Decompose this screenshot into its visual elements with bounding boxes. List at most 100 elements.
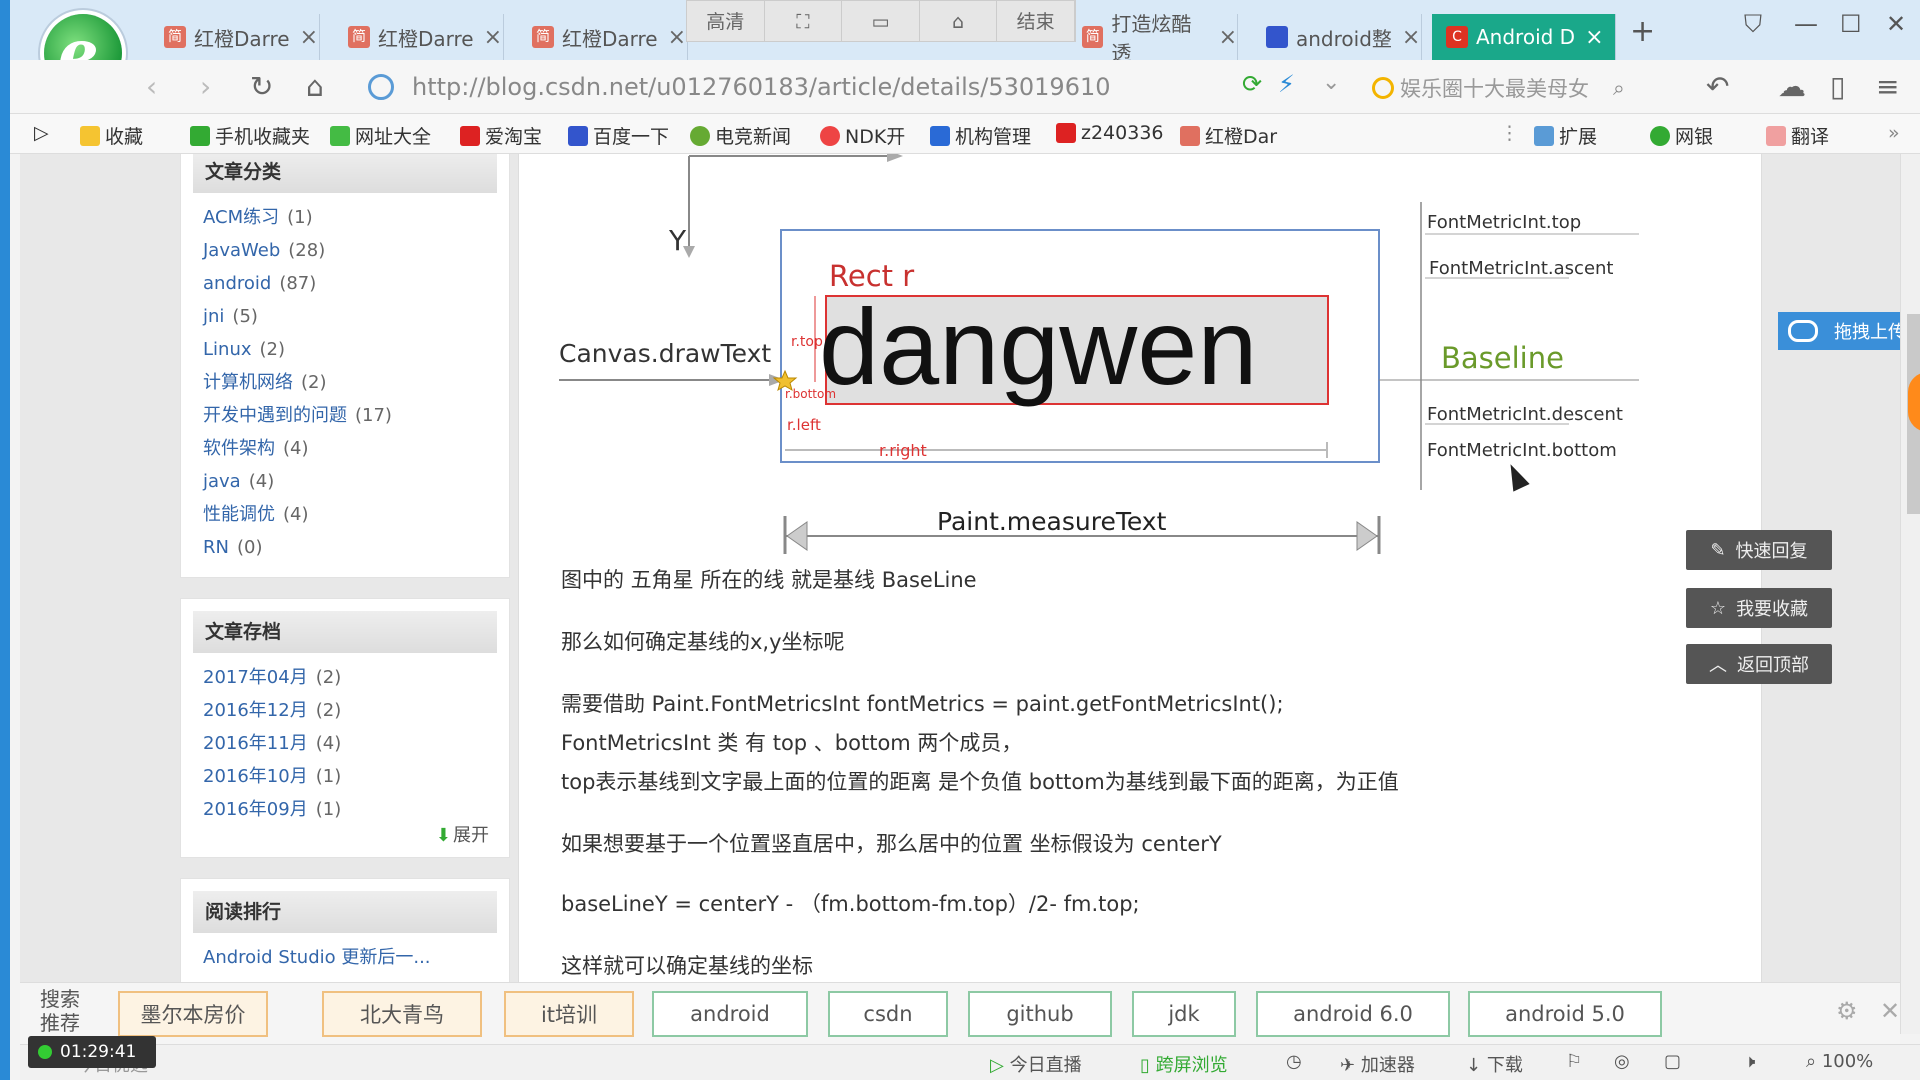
sidebar-link[interactable]: 性能调优 (4) bbox=[203, 498, 509, 531]
close-icon[interactable]: × bbox=[300, 25, 318, 50]
sidebar-link[interactable]: JavaWeb (28) bbox=[203, 234, 509, 267]
sidebar-link[interactable]: android (87) bbox=[203, 267, 509, 300]
home-icon[interactable]: ⌂ bbox=[920, 1, 998, 41]
bookmark-esports[interactable]: 电竞新闻 bbox=[690, 122, 791, 149]
more-icon[interactable]: ⋮ bbox=[1500, 122, 1519, 144]
bookmark-taobao[interactable]: 爱淘宝 bbox=[460, 122, 542, 149]
sidebar-link[interactable]: 2016年11月 (4) bbox=[203, 727, 509, 760]
gear-icon[interactable]: ⚙ bbox=[1836, 997, 1858, 1025]
live-link[interactable]: ▷ 今日直播 bbox=[990, 1051, 1082, 1077]
close-icon[interactable]: × bbox=[1219, 25, 1237, 50]
quick-reply-button[interactable]: ✎ 快速回复 bbox=[1686, 530, 1832, 570]
close-icon[interactable]: × bbox=[668, 25, 686, 50]
paw-icon bbox=[1266, 26, 1288, 48]
ranking-item[interactable]: Android Studio 更新后一... bbox=[203, 941, 509, 974]
close-icon[interactable]: ✕ bbox=[1880, 997, 1900, 1025]
sidebar-link[interactable]: 软件架构 (4) bbox=[203, 432, 509, 465]
close-icon[interactable]: × bbox=[484, 25, 502, 50]
end-button[interactable]: 结束 bbox=[997, 1, 1075, 41]
lightning-icon[interactable]: ⚡ bbox=[1278, 70, 1295, 98]
zoom-control[interactable]: ⌕ 100% bbox=[1806, 1051, 1873, 1072]
favorite-button[interactable]: ☆ 我要收藏 bbox=[1686, 588, 1832, 628]
window-icon[interactable]: ▭ bbox=[842, 1, 920, 41]
accelerator-link[interactable]: ✈ 加速器 bbox=[1340, 1051, 1415, 1077]
sidebar-link[interactable]: 2017年04月 (2) bbox=[203, 661, 509, 694]
bank-menu[interactable]: 网银 bbox=[1650, 122, 1713, 149]
minimize-icon[interactable]: — bbox=[1794, 10, 1818, 38]
sidebar-link[interactable]: ACM练习 (1) bbox=[203, 201, 509, 234]
url-text[interactable]: http://blog.csdn.net/u012760183/article/… bbox=[412, 73, 1111, 101]
bookmark-favorites[interactable]: 收藏 bbox=[80, 122, 143, 149]
history-icon[interactable]: ◷ bbox=[1286, 1051, 1302, 1072]
recommend-chip[interactable]: android 5.0 bbox=[1468, 991, 1662, 1037]
bookmark-urls[interactable]: 网址大全 bbox=[330, 122, 431, 149]
new-tab-button[interactable]: + bbox=[1630, 14, 1655, 49]
back-icon[interactable]: ‹ bbox=[146, 70, 157, 103]
menu-icon[interactable]: ≡ bbox=[1876, 70, 1899, 103]
download-link[interactable]: ↓ 下载 bbox=[1466, 1051, 1523, 1077]
expand-link[interactable]: 展开 bbox=[436, 821, 489, 847]
cross-screen-link[interactable]: ▯ 跨屏浏览 bbox=[1140, 1051, 1228, 1077]
bookmark-ndk[interactable]: NDK开 bbox=[820, 122, 905, 149]
forward-icon[interactable]: › bbox=[200, 70, 211, 103]
address-bar[interactable]: http://blog.csdn.net/u012760183/article/… bbox=[360, 66, 1370, 108]
bookmark-csdn[interactable]: z240336 bbox=[1056, 122, 1164, 144]
home-icon[interactable]: ⌂ bbox=[306, 70, 324, 103]
translate-menu[interactable]: 翻译 bbox=[1766, 122, 1829, 149]
tab-5[interactable]: android整 × bbox=[1252, 14, 1422, 60]
browser-icon[interactable]: ◎ bbox=[1614, 1051, 1630, 1072]
maximize-icon[interactable]: ☐ bbox=[1840, 10, 1862, 38]
sidebar-toggle-icon[interactable]: ▷ bbox=[34, 122, 49, 144]
recommend-chip[interactable]: jdk bbox=[1132, 991, 1236, 1037]
tab-4[interactable]: 简打造炫酷透 × bbox=[1068, 12, 1238, 65]
window-icon[interactable]: ▢ bbox=[1664, 1051, 1681, 1072]
recommend-chip[interactable]: github bbox=[968, 991, 1112, 1037]
chevron-down-icon[interactable]: ⌄ bbox=[1322, 70, 1340, 95]
bookmark-orange[interactable]: 红橙Dar bbox=[1180, 122, 1277, 149]
sidebar-link[interactable]: 计算机网络 (2) bbox=[203, 366, 509, 399]
recommend-chip[interactable]: csdn bbox=[828, 991, 948, 1037]
flag-icon[interactable]: ⚐ bbox=[1566, 1051, 1582, 1072]
skin-icon[interactable]: ⛉ bbox=[1744, 10, 1762, 38]
fullscreen-icon[interactable]: ⛶ bbox=[765, 1, 843, 41]
tab-2[interactable]: 简红橙Darre × bbox=[334, 14, 504, 60]
volume-icon[interactable]: 🕨 bbox=[1744, 1051, 1755, 1072]
tab-3[interactable]: 简红橙Darre × bbox=[518, 14, 688, 60]
sidebar-link[interactable]: 开发中遇到的问题 (17) bbox=[203, 399, 509, 432]
video-quality-button[interactable]: 高清 bbox=[687, 1, 765, 41]
sidebar-link[interactable]: 2016年10月 (1) bbox=[203, 760, 509, 793]
sidebar-link[interactable]: java (4) bbox=[203, 465, 509, 498]
refresh-icon[interactable]: ↻ bbox=[250, 70, 273, 103]
cloud-icon[interactable]: ☁ bbox=[1778, 70, 1806, 103]
extensions-menu[interactable]: 扩展 bbox=[1534, 122, 1597, 149]
close-window-icon[interactable]: ✕ bbox=[1886, 10, 1906, 38]
recommend-chip[interactable]: 墨尔本房价 bbox=[118, 991, 268, 1037]
recommend-chip[interactable]: android 6.0 bbox=[1256, 991, 1450, 1037]
tab-1[interactable]: 简红橙Darre × bbox=[150, 14, 320, 60]
count-badge: (4) bbox=[248, 471, 275, 492]
sidebar-link[interactable]: 2016年12月 (2) bbox=[203, 694, 509, 727]
recommend-chip[interactable]: it培训 bbox=[504, 991, 634, 1037]
drag-upload-button[interactable]: 拖拽上传 bbox=[1778, 312, 1920, 350]
scrollbar[interactable] bbox=[1900, 154, 1920, 1034]
bookmark-label: 网址大全 bbox=[355, 126, 432, 148]
tab-active[interactable]: C Android D × bbox=[1432, 14, 1616, 60]
bookmark-org[interactable]: 机构管理 bbox=[930, 122, 1031, 149]
bookmark-mobile[interactable]: 手机收藏夹 bbox=[190, 122, 310, 149]
double-chevron-icon[interactable]: » bbox=[1888, 122, 1900, 144]
bookmark-icon[interactable]: ▯ bbox=[1830, 70, 1845, 103]
sidebar-link[interactable]: Linux (2) bbox=[203, 333, 509, 366]
recommend-chip[interactable]: 北大青鸟 bbox=[322, 991, 482, 1037]
back-to-top-button[interactable]: ︿ 返回顶部 bbox=[1686, 644, 1832, 684]
recommend-chip[interactable]: android bbox=[652, 991, 808, 1037]
close-icon[interactable]: × bbox=[1585, 25, 1603, 50]
bookmark-baidu[interactable]: 百度一下 bbox=[568, 122, 669, 149]
paragraph: 图中的 五角星 所在的线 就是基线 BaseLine bbox=[561, 568, 977, 592]
undo-icon[interactable]: ↶ bbox=[1706, 70, 1729, 103]
close-icon[interactable]: × bbox=[1402, 25, 1420, 50]
sidebar-link[interactable]: jni (5) bbox=[203, 300, 509, 333]
search-input[interactable]: 娱乐圈十大最美母女 ⌕ bbox=[1372, 70, 1672, 106]
sidebar-link[interactable]: RN (0) bbox=[203, 531, 509, 564]
speed-icon[interactable]: ⟳ bbox=[1242, 70, 1262, 98]
search-icon[interactable]: ⌕ bbox=[1613, 76, 1625, 101]
